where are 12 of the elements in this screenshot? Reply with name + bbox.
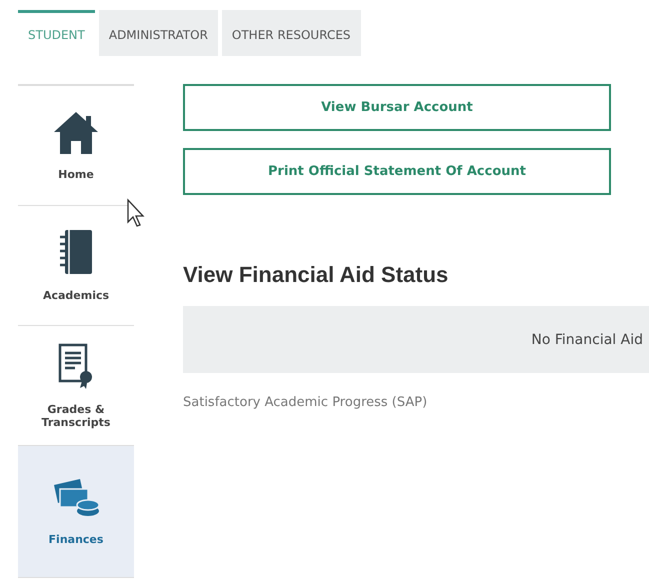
notebook-icon (59, 229, 93, 275)
section-heading: View Financial Aid Status (183, 262, 448, 288)
house-icon (53, 110, 99, 154)
money-icon (52, 477, 100, 519)
action-button[interactable]: View Bursar Account (183, 84, 611, 131)
sap-link[interactable]: Satisfactory Academic Progress (SAP) (183, 395, 428, 410)
status-text: No Financial Aid (531, 332, 643, 348)
tab[interactable]: OTHER RESOURCES (222, 10, 361, 56)
sidebar-item[interactable]: Finances (18, 446, 134, 578)
certificate-icon (58, 342, 94, 388)
tab[interactable]: ADMINISTRATOR (98, 10, 218, 56)
action-button[interactable]: Print Official Statement Of Account (183, 148, 611, 195)
